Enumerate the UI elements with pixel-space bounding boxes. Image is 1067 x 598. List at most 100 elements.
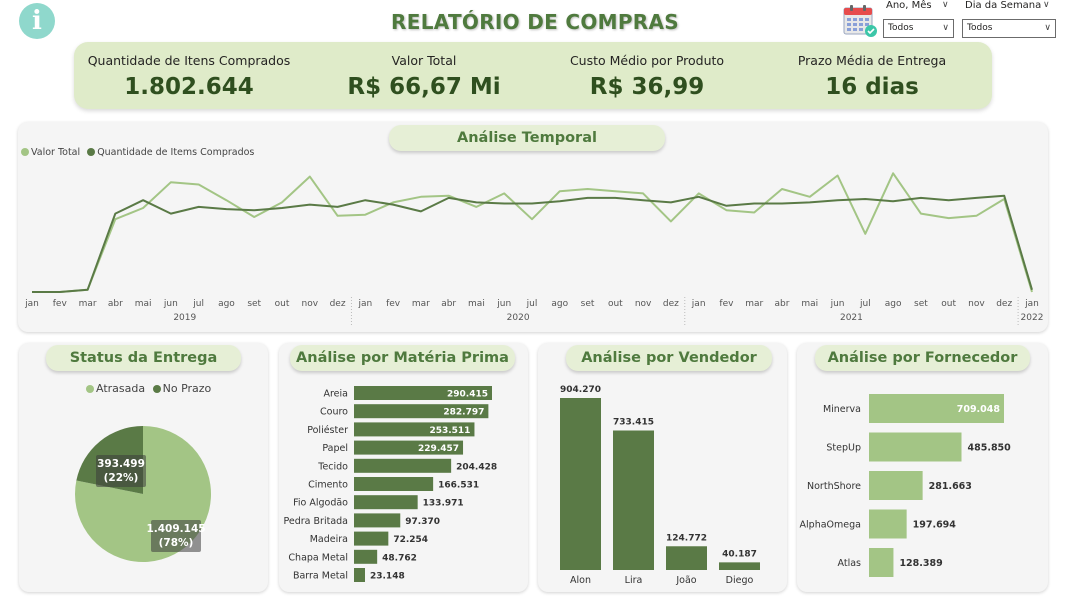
x-tick-label: set — [247, 299, 261, 309]
x-tick-label: set — [914, 299, 928, 309]
x-tick-label: mar — [745, 299, 763, 309]
bar — [869, 509, 907, 539]
category-label: Tecido — [317, 461, 348, 472]
fornecedor-chart: Minerva 709.048 StepUp 485.850 NorthShore 281… — [800, 394, 1012, 577]
x-tick-label: set — [581, 299, 595, 309]
legend-dot — [86, 385, 94, 393]
data-label: 72.254 — [393, 535, 428, 545]
x-tick-label: abr — [108, 299, 123, 309]
bar — [354, 513, 401, 528]
category-label: Minerva — [823, 404, 861, 415]
data-label: 281.663 — [929, 481, 972, 492]
bar — [719, 562, 760, 570]
bar — [354, 568, 365, 582]
x-tick-label: jul — [526, 299, 538, 309]
series-line-valor-total — [32, 172, 1033, 293]
bar — [869, 432, 962, 462]
status-legend: Atrasada No Prazo — [86, 382, 215, 395]
x-tick-label: out — [275, 299, 290, 309]
data-label: 128.389 — [899, 558, 942, 569]
legend-item[interactable]: No Prazo — [152, 382, 212, 395]
data-label: 197.694 — [913, 520, 957, 531]
data-label: 166.531 — [438, 481, 479, 491]
x-tick-label: out — [608, 299, 623, 309]
category-label: Papel — [322, 443, 348, 454]
x-tick-label: mar — [79, 299, 97, 309]
category-label: Diego — [726, 575, 754, 586]
x-tick-label: fev — [53, 299, 68, 309]
data-label: 40.187 — [722, 549, 757, 559]
card-title-status: Status da Entrega — [46, 345, 241, 371]
x-tick-label: jun — [163, 299, 178, 309]
x-tick-label: nov — [968, 299, 985, 309]
bar — [869, 471, 923, 500]
x-tick-label: dez — [663, 299, 679, 309]
category-label: Areia — [323, 389, 348, 400]
category-label: Atlas — [838, 558, 862, 569]
data-label-percent: (78%) — [159, 537, 194, 549]
data-label: 133.971 — [423, 499, 464, 509]
pie-chart: 1.409.145 (78%) 393.499 (22%) — [75, 426, 211, 562]
x-tick-label: mai — [468, 299, 485, 309]
x-year-label: 2020 — [507, 313, 530, 323]
legend-item[interactable]: Atrasada — [86, 382, 145, 395]
data-label: 23.148 — [370, 572, 405, 582]
bar — [354, 458, 452, 473]
x-tick-label: fev — [386, 299, 401, 309]
legend-label: No Prazo — [162, 382, 212, 395]
x-tick-label: jan — [357, 299, 372, 309]
x-tick-label: jan — [24, 299, 39, 309]
data-label-percent: (22%) — [104, 472, 139, 484]
data-label: 48.762 — [382, 553, 417, 563]
x-tick-label: jul — [192, 299, 204, 309]
data-label: 904.270 — [560, 385, 601, 395]
x-tick-label: nov — [635, 299, 652, 309]
x-tick-label: dez — [330, 299, 346, 309]
x-tick-label: mai — [801, 299, 818, 309]
category-label: Lira — [625, 575, 643, 586]
data-label: 282.797 — [443, 408, 484, 418]
card-title-fornecedor: Análise por Fornecedor — [815, 345, 1030, 371]
x-tick-label: jul — [859, 299, 871, 309]
category-label: AlphaOmega — [800, 520, 861, 531]
series-line-quantidade — [32, 194, 1033, 293]
category-label: Poliéster — [307, 425, 348, 436]
data-label: 124.772 — [666, 533, 707, 543]
bar — [666, 546, 707, 570]
data-label: 204.428 — [456, 462, 497, 472]
x-tick-label: nov — [302, 299, 319, 309]
bar — [354, 531, 389, 546]
category-label: João — [675, 575, 696, 586]
x-tick-label: ago — [551, 299, 568, 309]
data-label: 709.048 — [957, 404, 1001, 415]
data-label: 253.511 — [429, 426, 470, 436]
x-tick-label: dez — [996, 299, 1012, 309]
data-label: 485.850 — [968, 443, 1012, 454]
bar — [869, 548, 894, 577]
bar — [560, 398, 601, 570]
category-label: Alon — [570, 575, 591, 586]
materia-chart: Areia 290.415 Couro 282.797 Poliéster 253.511… — [284, 386, 497, 582]
data-label: 229.457 — [418, 444, 459, 454]
line-chart: jan fev mar abr mai jun jul ago set out nov dez jan f… — [24, 172, 1044, 326]
category-label: Fio Algodão — [293, 498, 348, 509]
x-tick-label: out — [941, 299, 956, 309]
x-tick-label: mai — [135, 299, 152, 309]
x-year-label: 2021 — [840, 313, 863, 323]
category-label: Madeira — [310, 534, 348, 545]
x-tick-label: abr — [441, 299, 456, 309]
x-tick-label: jan — [1024, 299, 1039, 309]
legend-dot — [152, 385, 161, 393]
x-year-label: 2022 — [1021, 313, 1044, 323]
x-tick-label: jan — [691, 299, 706, 309]
bar — [613, 430, 654, 570]
x-tick-label: jun — [830, 299, 845, 309]
category-label: Barra Metal — [293, 571, 348, 582]
data-label: 97.370 — [405, 517, 440, 527]
data-label: 1.409.145 — [146, 523, 205, 535]
category-label: Pedra Britada — [284, 516, 348, 527]
vendedor-chart: 904.270 Alon 733.415 Lira 124.772 João 40.187 D… — [560, 385, 760, 586]
category-label: NorthShore — [807, 481, 861, 492]
card-title-materia: Análise por Matéria Prima — [290, 345, 515, 371]
card-title-vendedor: Análise por Vendedor — [566, 345, 772, 371]
